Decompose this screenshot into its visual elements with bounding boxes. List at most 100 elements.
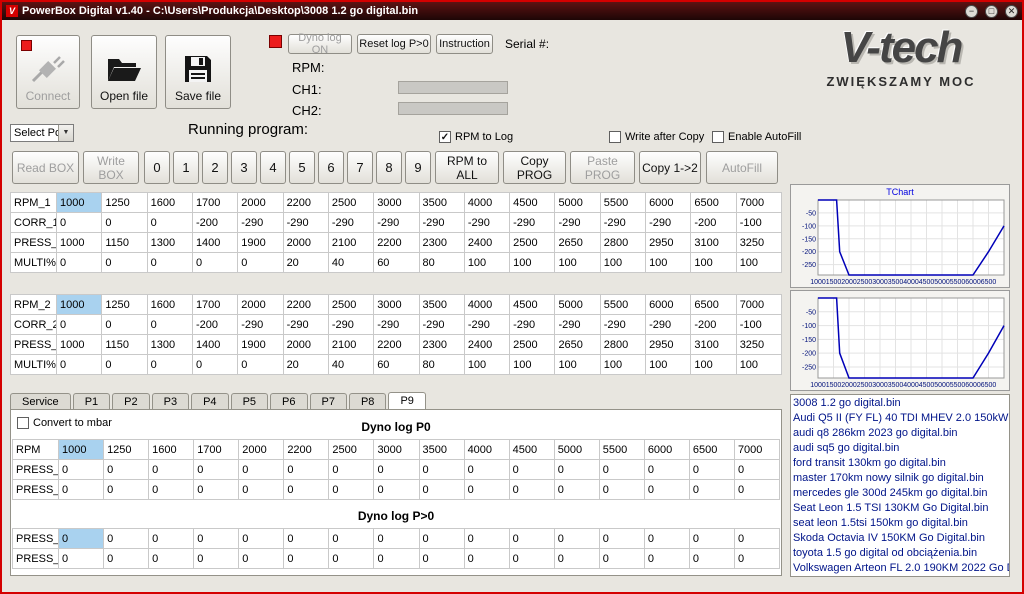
cell[interactable]: 0 <box>644 460 689 480</box>
cell[interactable]: 0 <box>329 529 374 549</box>
enable-autofill-checkbox[interactable]: Enable AutoFill <box>712 131 801 143</box>
cell[interactable]: 0 <box>59 480 104 500</box>
copy-1-to-2-button[interactable]: Copy 1->2 <box>639 151 701 184</box>
write-after-copy-checkbox[interactable]: Write after Copy <box>609 131 704 143</box>
copy-prog-button[interactable]: Copy PROG <box>503 151 566 184</box>
cell[interactable]: 0 <box>734 460 779 480</box>
digit-button-7[interactable]: 7 <box>347 151 373 184</box>
cell[interactable]: 0 <box>464 480 509 500</box>
cell[interactable]: 0 <box>419 480 464 500</box>
cell[interactable]: 0 <box>689 480 734 500</box>
cell[interactable]: 2000 <box>283 233 328 253</box>
cell[interactable]: 1700 <box>194 440 239 460</box>
cell[interactable]: 2000 <box>283 335 328 355</box>
reset-log-button[interactable]: Reset log P>0 <box>357 34 431 54</box>
cell[interactable]: 2950 <box>646 233 691 253</box>
cell[interactable]: 3000 <box>374 295 419 315</box>
cell[interactable]: 0 <box>194 529 239 549</box>
cell[interactable]: 100 <box>691 253 736 273</box>
cell[interactable]: 0 <box>374 549 419 569</box>
cell[interactable]: 0 <box>419 549 464 569</box>
write-box-button[interactable]: Write BOX <box>83 151 139 184</box>
cell[interactable]: 4000 <box>464 295 509 315</box>
cell[interactable]: 2950 <box>646 335 691 355</box>
digit-button-3[interactable]: 3 <box>231 151 257 184</box>
digit-button-1[interactable]: 1 <box>173 151 199 184</box>
cell[interactable]: 4500 <box>510 193 555 213</box>
cell[interactable]: 0 <box>464 549 509 569</box>
cell[interactable]: 100 <box>555 355 600 375</box>
cell[interactable]: 0 <box>374 460 419 480</box>
cell[interactable]: -200 <box>691 213 736 233</box>
cell[interactable]: 2200 <box>374 335 419 355</box>
tab-p2[interactable]: P2 <box>112 393 149 410</box>
cell[interactable]: 60 <box>374 355 419 375</box>
cell[interactable]: 2200 <box>283 295 328 315</box>
cell[interactable]: 0 <box>57 253 102 273</box>
cell[interactable]: 0 <box>147 315 192 335</box>
file-item[interactable]: Audi Q5 II (FY FL) 40 TDI MHEV 2.0 150kW… <box>791 411 1009 426</box>
cell[interactable]: 4500 <box>509 440 554 460</box>
cell[interactable]: 3500 <box>419 440 464 460</box>
cell[interactable]: 0 <box>238 253 283 273</box>
cell[interactable]: 0 <box>239 480 284 500</box>
cell[interactable]: 0 <box>104 529 149 549</box>
cell[interactable]: 1000 <box>57 335 102 355</box>
cell[interactable]: 0 <box>284 460 329 480</box>
cell[interactable]: 0 <box>104 460 149 480</box>
cell[interactable]: 0 <box>149 529 194 549</box>
cell[interactable]: 0 <box>599 529 644 549</box>
cell[interactable]: 0 <box>509 529 554 549</box>
digit-button-2[interactable]: 2 <box>202 151 228 184</box>
cell[interactable]: 3250 <box>736 233 781 253</box>
cell[interactable]: 0 <box>149 480 194 500</box>
save-file-button[interactable]: Save file <box>165 35 231 109</box>
cell[interactable]: 100 <box>736 355 781 375</box>
cell[interactable]: 2000 <box>238 295 283 315</box>
cell[interactable]: 4000 <box>464 193 509 213</box>
cell[interactable]: 5500 <box>599 440 644 460</box>
cell[interactable]: 0 <box>599 460 644 480</box>
cell[interactable]: 3500 <box>419 295 464 315</box>
cell[interactable]: 5500 <box>600 193 645 213</box>
cell[interactable]: 0 <box>194 460 239 480</box>
cell[interactable]: -100 <box>736 315 781 335</box>
cell[interactable]: 0 <box>419 460 464 480</box>
cell[interactable]: -100 <box>736 213 781 233</box>
cell[interactable]: 0 <box>509 480 554 500</box>
cell[interactable]: 0 <box>149 460 194 480</box>
cell[interactable]: 1000 <box>57 295 102 315</box>
cell[interactable]: 6000 <box>644 440 689 460</box>
cell[interactable]: 3100 <box>691 335 736 355</box>
cell[interactable]: 0 <box>419 529 464 549</box>
cell[interactable]: 6500 <box>691 295 736 315</box>
cell[interactable]: 80 <box>419 253 464 273</box>
cell[interactable]: 2500 <box>510 335 555 355</box>
cell[interactable]: 3000 <box>374 440 419 460</box>
cell[interactable]: 3100 <box>691 233 736 253</box>
cell[interactable]: -290 <box>510 213 555 233</box>
cell[interactable]: 100 <box>555 253 600 273</box>
tab-p8[interactable]: P8 <box>349 393 386 410</box>
cell[interactable]: -290 <box>374 315 419 335</box>
cell[interactable]: 1300 <box>147 233 192 253</box>
cell[interactable]: 0 <box>554 529 599 549</box>
cell[interactable]: 0 <box>147 213 192 233</box>
cell[interactable]: 0 <box>102 355 147 375</box>
digit-button-6[interactable]: 6 <box>318 151 344 184</box>
cell[interactable]: 1600 <box>147 295 192 315</box>
cell[interactable]: 1150 <box>102 233 147 253</box>
cell[interactable]: 1600 <box>149 440 194 460</box>
cell[interactable]: 1700 <box>192 193 237 213</box>
cell[interactable]: 0 <box>734 529 779 549</box>
cell[interactable]: 0 <box>509 460 554 480</box>
cell[interactable]: 0 <box>239 529 284 549</box>
cell[interactable]: 2500 <box>328 193 373 213</box>
cell[interactable]: 0 <box>102 315 147 335</box>
file-item[interactable]: audi q8 286km 2023 go digital.bin <box>791 426 1009 441</box>
cell[interactable]: 1400 <box>192 335 237 355</box>
cell[interactable]: -290 <box>600 315 645 335</box>
cell[interactable]: 1400 <box>192 233 237 253</box>
instruction-button[interactable]: Instruction <box>436 34 493 54</box>
cell[interactable]: 1000 <box>57 233 102 253</box>
